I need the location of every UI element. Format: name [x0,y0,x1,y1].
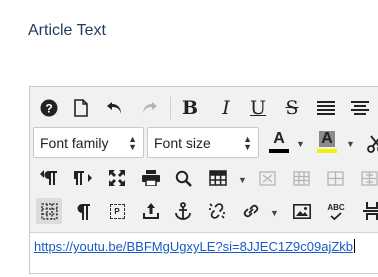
search-icon [175,170,192,187]
rtl-button[interactable] [72,165,94,191]
strikethrough-button[interactable]: S [280,95,304,121]
show-blocks-button[interactable] [72,198,94,224]
table-insert-col-button[interactable] [358,165,378,191]
paragraph-rtl-icon [74,170,92,186]
underline-button[interactable]: U [246,95,270,121]
print-icon [142,170,160,186]
text-cursor [354,239,356,253]
background-color-label: A [319,130,335,147]
print-button[interactable] [140,165,162,191]
link-button[interactable] [240,198,262,224]
rich-text-editor: ? B I U S Font family ▲ ▼ Font size ▲ ▼ … [29,86,378,274]
link-icon [242,202,260,220]
cut-button[interactable] [364,131,378,157]
field-label: Article Text [28,22,106,39]
insert-icon [142,203,160,219]
ltr-button[interactable] [38,165,60,191]
font-family-value: Font family [40,134,109,151]
redo-icon [140,100,158,116]
fullscreen-button[interactable] [106,165,128,191]
font-size-value: Font size [154,134,211,151]
spellcheck-label: ABC [327,202,345,212]
unlink-button[interactable] [206,198,228,224]
background-color-button[interactable]: A [314,129,340,155]
chevron-down-icon[interactable]: ▼ [346,139,355,149]
anchor-button[interactable] [172,198,194,224]
new-document-icon [73,99,89,117]
fullscreen-icon [109,170,125,186]
updown-arrows-icon: ▲ ▼ [243,133,252,152]
table-icon [209,170,227,186]
toolbar-separator [170,97,171,119]
page-break-icon [363,202,378,220]
visual-aid-icon [40,202,58,220]
table-insert-row-icon [326,170,344,186]
delete-table-icon [258,170,276,186]
align-center-button[interactable] [348,95,372,121]
anchor-icon [174,202,192,220]
table-row-button[interactable] [290,165,312,191]
table-insert-col-icon [360,170,378,186]
image-icon [293,203,311,219]
paragraph-block-button[interactable]: P [106,198,128,224]
chevron-down-icon[interactable]: ▼ [238,175,247,185]
undo-button[interactable] [104,95,126,121]
content-link[interactable]: https://youtu.be/BBFMgUgxyLE?si=8JJEC1Z9… [34,239,353,254]
image-button[interactable] [290,198,314,224]
text-color-label: A [273,130,285,147]
insert-button[interactable] [140,198,162,224]
scissors-icon [367,135,378,153]
undo-icon [106,100,124,116]
svg-text:?: ? [45,102,52,116]
paragraph-block-label: P [109,203,125,219]
paragraph-ltr-icon [40,170,58,186]
background-color-swatch [317,149,337,153]
font-family-select[interactable]: Font family ▲ ▼ [33,127,144,158]
search-button[interactable] [172,165,194,191]
justify-button[interactable] [314,95,338,121]
text-color-swatch [269,149,289,153]
editor-content[interactable]: https://youtu.be/BBFMgUgxyLE?si=8JJEC1Z9… [34,239,356,254]
table-button[interactable] [206,165,230,191]
chevron-down-icon[interactable]: ▼ [270,208,279,218]
table-row-icon [292,170,310,186]
page-break-button[interactable] [360,198,378,224]
visual-aid-button[interactable] [36,198,62,224]
new-document-button[interactable] [70,95,92,121]
align-center-icon [351,100,369,116]
pilcrow-icon [76,203,90,220]
spellcheck-button[interactable]: ABC [324,198,348,224]
redo-button[interactable] [138,95,160,121]
text-color-button[interactable]: A [266,129,292,155]
delete-table-button[interactable] [256,165,278,191]
font-size-select[interactable]: Font size ▲ ▼ [147,127,259,158]
check-icon [330,211,342,220]
bold-button[interactable]: B [178,95,202,121]
updown-arrows-icon: ▲ ▼ [128,133,137,152]
table-insert-row-button[interactable] [324,165,346,191]
justify-icon [317,100,335,116]
unlink-icon [208,202,226,220]
help-button[interactable]: ? [38,95,60,121]
question-circle-icon: ? [40,99,58,117]
italic-button[interactable]: I [214,95,238,121]
chevron-down-icon[interactable]: ▼ [296,139,305,149]
editor-toolbar: ? B I U S Font family ▲ ▼ Font size ▲ ▼ … [30,87,378,233]
